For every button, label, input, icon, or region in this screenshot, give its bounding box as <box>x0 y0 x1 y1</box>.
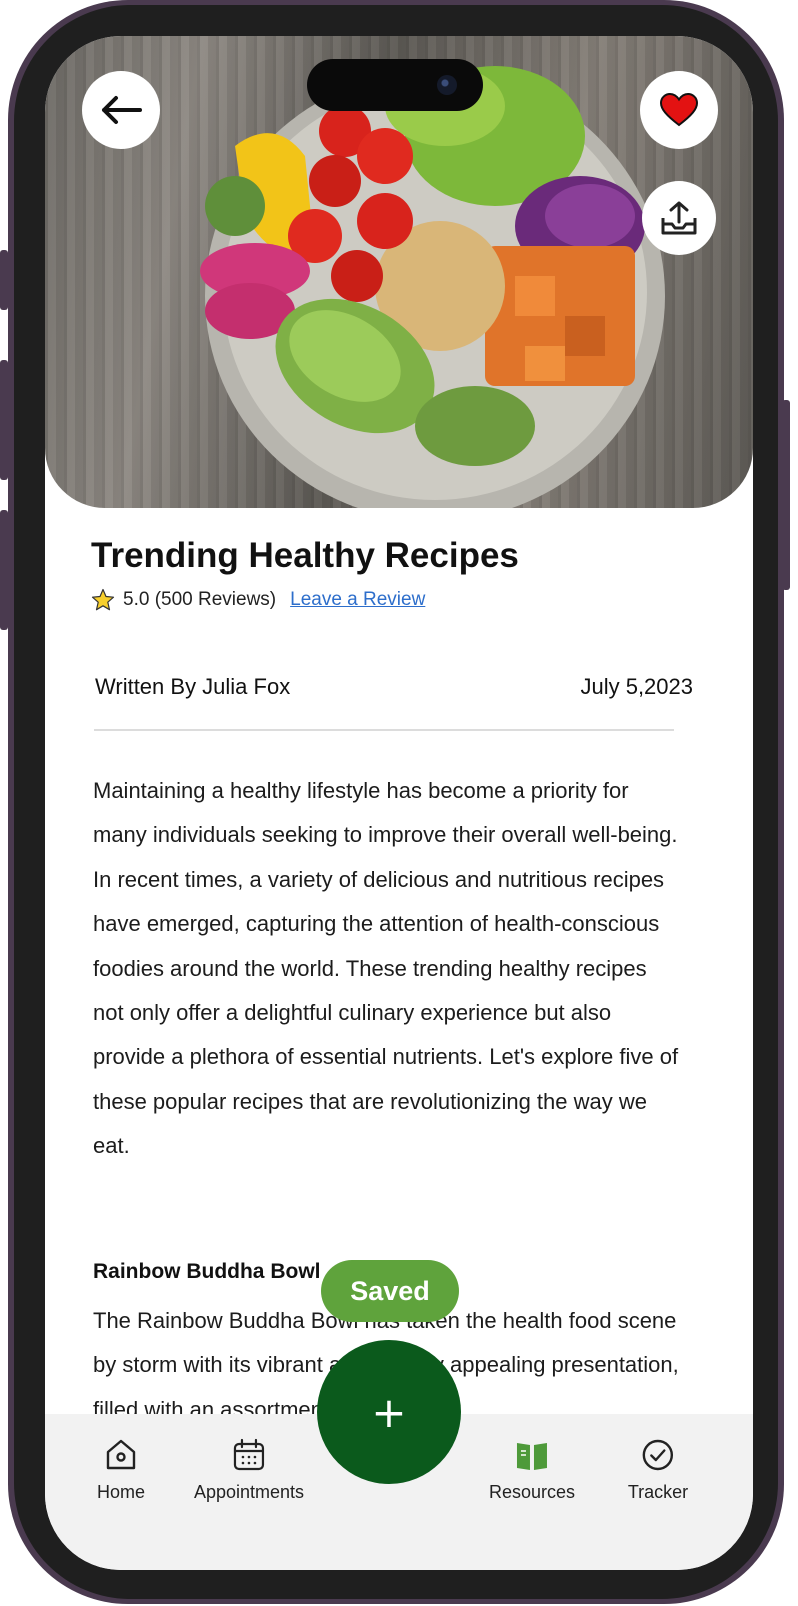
recipe-hero-image <box>45 36 753 508</box>
nav-item-home[interactable]: Home <box>97 1438 145 1503</box>
nav-label-appointments: Appointments <box>193 1482 305 1502</box>
star-icon <box>91 588 115 611</box>
share-button[interactable] <box>642 181 716 255</box>
nav-label-home: Home <box>96 1482 146 1502</box>
nav-item-tracker[interactable]: Tracker <box>628 1438 688 1503</box>
plus-icon: + <box>371 1387 407 1437</box>
check-circle-icon <box>642 1439 674 1471</box>
phone-side-button <box>0 250 8 310</box>
publish-date: July 5,2023 <box>580 674 693 699</box>
share-tray-icon <box>661 201 697 235</box>
app-screen: Trending Healthy Recipes 5.0 (500 Review… <box>45 36 753 1570</box>
page-title: Trending Healthy Recipes <box>91 536 519 575</box>
camera-icon <box>437 75 457 95</box>
back-button[interactable] <box>82 71 160 149</box>
nav-item-appointments[interactable]: Appointments <box>194 1438 304 1503</box>
section-title: Rainbow Buddha Bowl <box>93 1260 321 1283</box>
dynamic-island <box>307 59 483 111</box>
divider <box>94 729 674 731</box>
phone-side-button <box>0 360 8 480</box>
rating-row: 5.0 (500 Reviews) Leave a Review <box>91 588 425 612</box>
heart-icon <box>660 93 698 127</box>
calendar-icon <box>233 1438 265 1471</box>
rating-text: 5.0 (500 Reviews) <box>123 589 277 610</box>
arrow-left-icon <box>102 96 142 124</box>
nav-label-tracker: Tracker <box>627 1482 689 1502</box>
favorite-button[interactable] <box>640 71 718 149</box>
book-icon <box>516 1443 547 1470</box>
article-intro: Maintaining a healthy lifestyle has beco… <box>93 778 679 1159</box>
add-button[interactable]: + <box>317 1340 461 1484</box>
saved-toast: Saved <box>321 1260 459 1322</box>
article-meta: Written By Julia Fox July 5,2023 <box>95 674 693 700</box>
phone-side-button <box>0 510 8 630</box>
author-label: Written By Julia Fox <box>95 674 291 699</box>
leave-review-link[interactable]: Leave a Review <box>290 589 425 611</box>
phone-power-button <box>782 400 790 590</box>
nav-item-resources[interactable]: Resources <box>489 1438 575 1503</box>
home-icon <box>106 1439 136 1470</box>
nav-label-resources: Resources <box>488 1482 576 1502</box>
